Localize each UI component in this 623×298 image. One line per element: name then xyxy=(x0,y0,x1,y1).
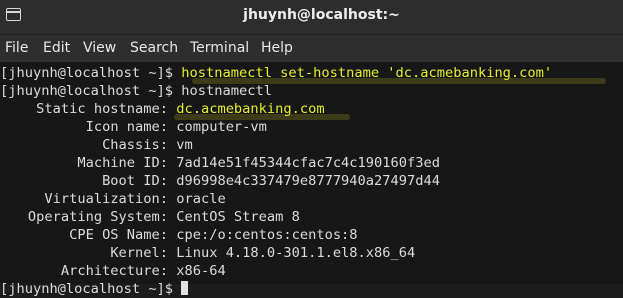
menu-help[interactable]: Help xyxy=(261,40,293,56)
terminal-line: [jhuynh@localhost ~]$ hostnamectl set-ho… xyxy=(0,64,552,82)
field-value: x86-64 xyxy=(176,263,226,279)
field-label: Static hostname: xyxy=(36,101,168,117)
field-value: CentOS Stream 8 xyxy=(176,209,300,225)
terminal-output[interactable]: [jhuynh@localhost ~]$ hostnamectl set-ho… xyxy=(0,62,623,297)
output-line: Static hostname: dc.acmebanking.com xyxy=(0,100,325,118)
terminal-line: [jhuynh@localhost ~]$ xyxy=(0,280,189,298)
field-value: dc.acmebanking.com xyxy=(176,101,325,117)
output-line: CPE OS Name: cpe:/o:centos:centos:8 xyxy=(0,226,358,244)
output-line: Boot ID: d96998e4c337479e8777940a27497d4… xyxy=(0,172,440,190)
prompt: [jhuynh@localhost ~]$ xyxy=(0,65,182,81)
field-value: Linux 4.18.0-301.1.el8.x86_64 xyxy=(176,245,416,261)
field-label: Icon name: xyxy=(85,119,168,135)
menu-file[interactable]: File xyxy=(5,40,28,56)
output-line: Architecture: x86-64 xyxy=(0,262,226,280)
menu-bar: File Edit View Search Terminal Help xyxy=(0,35,623,62)
menu-edit[interactable]: Edit xyxy=(43,40,70,56)
text-cursor xyxy=(181,281,189,295)
field-value: d96998e4c337479e8777940a27497d44 xyxy=(176,173,440,189)
output-line: Virtualization: oracle xyxy=(0,190,226,208)
field-value: computer-vm xyxy=(176,119,267,135)
output-line: Machine ID: 7ad14e51f45344cfac7c4c190160… xyxy=(0,154,440,172)
field-label: Kernel: xyxy=(110,245,168,261)
output-line: Operating System: CentOS Stream 8 xyxy=(0,208,300,226)
field-label: CPE OS Name: xyxy=(69,227,168,243)
title-bar: jhuynh@localhost:~ xyxy=(0,0,623,35)
window-title: jhuynh@localhost:~ xyxy=(243,7,400,23)
output-line: Kernel: Linux 4.18.0-301.1.el8.x86_64 xyxy=(0,244,415,262)
field-value: vm xyxy=(176,137,193,153)
field-label: Operating System: xyxy=(27,209,168,225)
terminal-line: [jhuynh@localhost ~]$ hostnamectl xyxy=(0,82,272,100)
field-value: oracle xyxy=(176,191,226,207)
prompt: [jhuynh@localhost ~]$ xyxy=(0,281,182,297)
field-label: Architecture: xyxy=(60,263,168,279)
command-text: hostnamectl xyxy=(181,83,272,99)
field-label: Boot ID: xyxy=(102,173,168,189)
menu-terminal[interactable]: Terminal xyxy=(190,40,249,56)
output-line: Icon name: computer-vm xyxy=(0,118,267,136)
field-value: 7ad14e51f45344cfac7c4c190160f3ed xyxy=(176,155,440,171)
field-value: cpe:/o:centos:centos:8 xyxy=(176,227,358,243)
command-text: hostnamectl set-hostname 'dc.acmebanking… xyxy=(181,65,553,81)
field-label: Virtualization: xyxy=(44,191,168,207)
output-line: Chassis: vm xyxy=(0,136,193,154)
field-label: Chassis: xyxy=(102,137,168,153)
menu-view[interactable]: View xyxy=(83,40,116,56)
prompt: [jhuynh@localhost ~]$ xyxy=(0,83,182,99)
field-label: Machine ID: xyxy=(77,155,168,171)
menu-search[interactable]: Search xyxy=(130,40,178,56)
